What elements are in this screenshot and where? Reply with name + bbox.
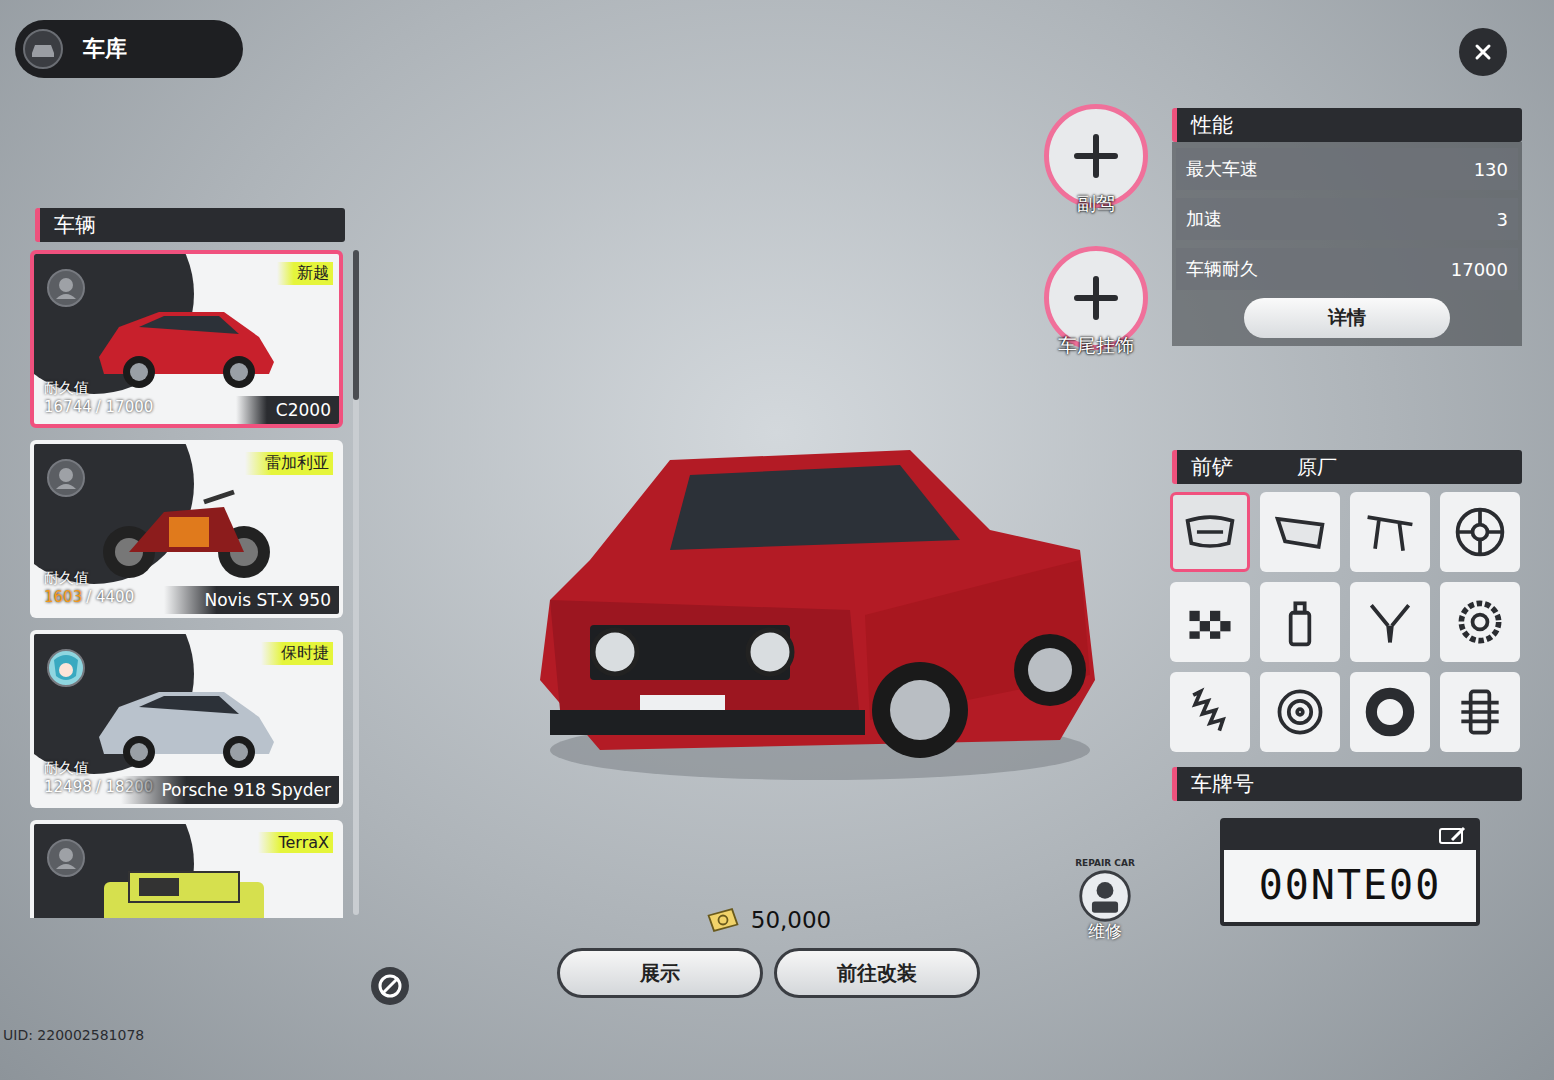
engine-icon [1362,594,1418,650]
vehicle-card[interactable]: 雷加利亚耐久值1603/ 4400 Novis ST-X 950 [30,440,343,618]
action-button[interactable]: 前往改装 [774,948,980,998]
vehicle-name: Porsche 918 Spyder [121,776,339,804]
vehicle-card[interactable]: 保时捷耐久值12498/ 18200Porsche 918 Spyder [30,630,343,808]
spray-icon [1272,594,1328,650]
front-bumper-icon [1182,504,1238,560]
action-button[interactable]: 展示 [557,948,763,998]
vehicle-thumb-icon [84,282,284,392]
car-scene[interactable] [520,420,1120,820]
wheel-icon [1452,504,1508,560]
part-slot[interactable] [1170,582,1250,662]
vehicle-thumb-icon [84,852,284,918]
suspension-icon [1182,684,1238,740]
part-slot[interactable] [1260,492,1340,572]
brand-tag: 雷加利亚 [245,452,333,475]
scrollbar[interactable] [353,250,359,915]
brake-icon [1272,684,1328,740]
part-slot[interactable] [1440,492,1520,572]
vehicle-panel: 车辆新越耐久值16744/ 17000 C2000 雷加利亚耐久值1603/ 440… [30,208,365,918]
spoiler-icon [1362,504,1418,560]
performance-panel: 性能最大车速130 加速3 车辆耐久17000 详情 [1172,108,1522,346]
part-slot[interactable] [1260,672,1340,752]
panel-header: 车牌号 [1172,767,1522,801]
part-slot[interactable] [1170,672,1250,752]
vehicle-card[interactable]: 新越耐久值16744/ 17000 C2000 [30,250,343,428]
stat-row: 车辆耐久17000 [1176,248,1518,290]
side-buttons: 副驾车尾挂饰 [1044,104,1148,350]
garage-title: 车库 [15,20,243,78]
avatar-icon [46,838,86,882]
currency: 50,000 [705,906,831,934]
edit-icon[interactable] [1438,826,1468,846]
durability: 耐久值16744/ 17000 [44,379,153,416]
repair-icon [1077,868,1133,924]
plate-panel: 车牌号 00NTE00 [1172,767,1522,926]
bottom-bar: 50,000 展示前往改装 [555,906,981,998]
brand-tag: 保时捷 [261,642,333,665]
close-button[interactable] [1459,28,1507,76]
garage-screen: 车库车辆新越耐久值16744/ 17000 C2000 雷加利亚耐久值1603/ 4… [0,0,1554,1080]
part-slot[interactable] [1440,582,1520,662]
car-model-icon[interactable] [520,420,1120,800]
brand-tag: 新越 [277,262,333,285]
repair-button[interactable]: REPAIR CAR维修 [1060,858,1150,943]
stat-row: 加速3 [1176,198,1518,240]
avatar-icon [46,268,86,312]
brand-tag: TerraX [258,832,333,853]
vehicle-name: C2000 [236,396,339,424]
livery-icon [1182,594,1238,650]
user-id: UID: 220002581078 [3,1027,144,1043]
transmission-icon [1452,684,1508,740]
vehicle-thumb-icon [84,472,284,582]
close-icon [1473,42,1493,62]
part-slot[interactable] [1350,582,1430,662]
parts-panel: 前铲原厂 [1172,450,1522,752]
vehicle-name: Novis ST-X 950 [164,586,339,614]
durability: 耐久值1603/ 4400 [44,569,134,606]
add-accessory-button[interactable]: 副驾 [1044,104,1148,208]
add-accessory-button[interactable]: 车尾挂饰 [1044,246,1148,350]
hide-ui-button[interactable] [370,966,410,1009]
license-plate[interactable]: 00NTE00 [1220,818,1480,926]
panel-header: 车辆 [35,208,345,242]
rear-bumper-icon [1272,504,1328,560]
stat-row: 最大车速130 [1176,148,1518,190]
garage-car-icon [23,29,63,69]
part-slot[interactable] [1170,492,1250,572]
part-slot[interactable] [1350,672,1430,752]
vehicle-list[interactable]: 新越耐久值16744/ 17000 C2000 雷加利亚耐久值1603/ 4400 N… [30,250,343,918]
part-slot[interactable] [1260,582,1340,662]
part-slot[interactable] [1350,492,1430,572]
vehicle-thumb-icon [84,662,284,772]
details-button[interactable]: 详情 [1244,298,1450,338]
panel-header: 前铲原厂 [1172,450,1522,484]
panel-header: 性能 [1172,108,1522,142]
hide-icon [370,966,410,1006]
ticket-icon [705,906,741,934]
vehicle-card[interactable]: TerraX [30,820,343,918]
turbo-icon [1452,594,1508,650]
part-slot[interactable] [1440,672,1520,752]
avatar-icon [46,458,86,502]
tire-icon [1362,684,1418,740]
plus-icon [1071,273,1121,323]
plus-icon [1071,131,1121,181]
avatar-icon [46,648,86,692]
